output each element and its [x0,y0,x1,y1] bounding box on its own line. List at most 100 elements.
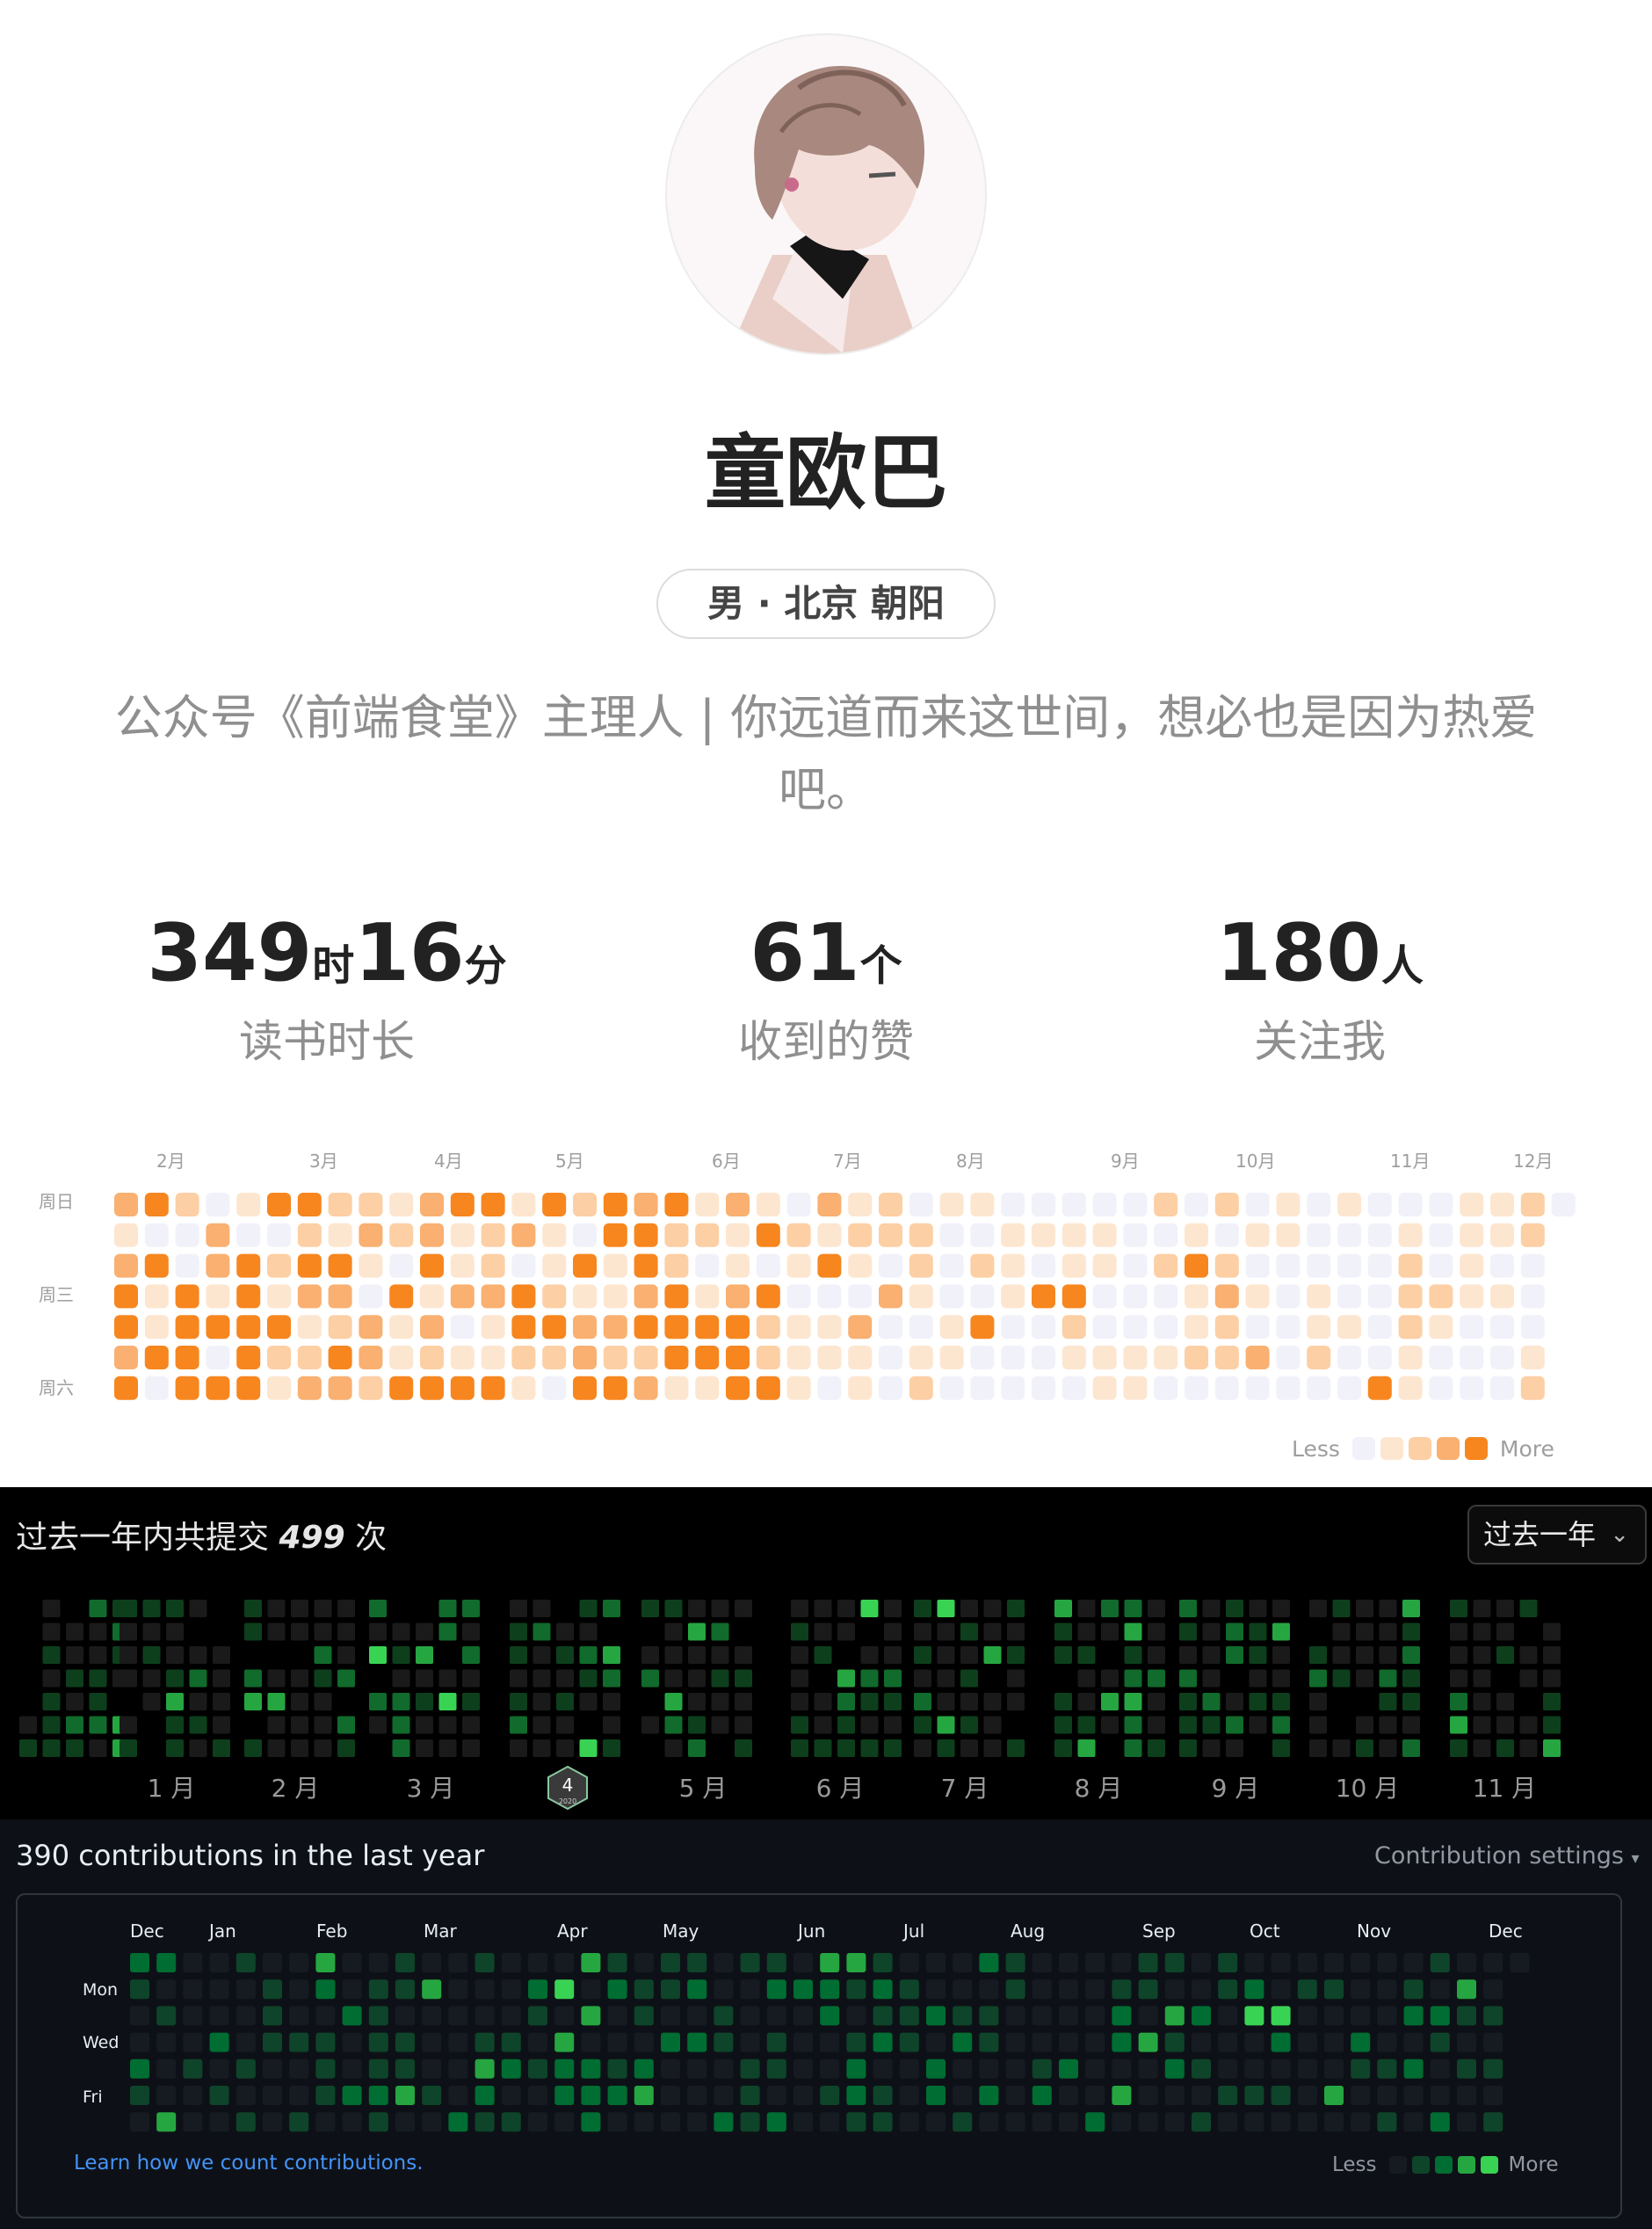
contribution-cell [1483,2058,1503,2079]
heatmap-cell [450,1315,475,1340]
heatmap-cell [542,1253,567,1278]
commit-cell [533,1716,551,1734]
profile-name: 童欧巴 [704,425,947,520]
legend-less: Less [1292,1435,1340,1462]
commit-cell [1226,1739,1243,1757]
contribution-cell [899,2032,919,2052]
chevron-down-icon: ⌄ [1610,1521,1629,1548]
contribution-cell [1005,1979,1025,2000]
contribution-cell [634,1979,654,2000]
contribution-cell [1377,2032,1397,2052]
range-select[interactable]: 过去一年 ⌄ [1467,1505,1647,1565]
heatmap-cell [206,1346,230,1369]
contribution-cell [607,1953,627,1972]
month-label: 12月 [1513,1151,1553,1172]
commit-cell [711,1600,729,1617]
contribution-cell [183,2058,203,2079]
contribution-cell [634,2086,654,2105]
heatmap-cell [1520,1284,1545,1309]
contribution-cell [846,2112,866,2132]
contribution-cell [475,2006,495,2026]
commit-cell [884,1646,902,1664]
contribution-cell [263,2086,282,2105]
commit-cell [937,1623,955,1641]
contribution-cell [342,2112,362,2132]
contribution-cell [315,1953,336,1972]
commit-panel-title: 过去一年内共提交 499 次 [16,1520,388,1556]
legend-more: More [1508,2153,1559,2176]
commit-cell [1007,1669,1025,1688]
commit-cell [189,1716,207,1734]
month-label: Feb [316,1920,347,1942]
commit-cell [462,1623,480,1641]
heatmap-cell [236,1223,261,1247]
commit-cell [1226,1716,1243,1734]
contribution-cell [1403,2058,1424,2079]
commit-cell [814,1600,832,1617]
legend-swatch-4 [1464,1437,1488,1460]
heatmap-cell [634,1193,658,1216]
contribution-settings-button[interactable]: Contribution settings ▾ [1374,1842,1640,1870]
month-label: Jan [207,1920,236,1942]
heatmap-cell [726,1193,750,1216]
contribution-cell [1483,2006,1503,2026]
contribution-cell [1403,2086,1424,2105]
heatmap-cell [909,1284,933,1309]
contribution-cell [1244,2058,1264,2079]
heatmap-cell [236,1346,261,1369]
contribution-cell [820,2006,840,2026]
contribution-cell [1059,2006,1078,2026]
heatmap-cell [909,1223,933,1247]
month-label: 6 月 [816,1774,865,1803]
heatmap-cell [603,1223,627,1247]
heatmap-cell [1032,1284,1055,1309]
heatmap-cell [1245,1193,1270,1216]
contribution-cell [661,1979,680,2000]
heatmap-cell [1214,1346,1239,1369]
contribution-cell [1164,2006,1185,2026]
contribution-cell [554,2032,575,2052]
commit-cell [603,1669,620,1688]
contribution-cell [448,2058,468,2079]
commit-cell [960,1693,978,1710]
contribution-cell [448,2112,468,2132]
commit-cell [291,1739,308,1757]
contribution-cell [581,2086,601,2105]
contribution-cell [395,2006,415,2026]
contribution-cell [1192,2112,1211,2132]
heatmap-cell [664,1223,689,1247]
commit-cell [1473,1693,1491,1710]
heatmap-cell [1185,1253,1208,1278]
commit-cell [860,1600,879,1617]
heatmap-cell [939,1284,964,1309]
commit-cell [1054,1716,1072,1734]
contribution-cell [740,2032,760,2052]
heatmap-cell [1154,1253,1178,1278]
avatar[interactable] [665,33,987,355]
commit-cell [1148,1739,1165,1757]
heatmap-cell [1245,1346,1270,1369]
heatmap-cell [328,1346,352,1369]
contribution-cell [581,2006,601,2026]
learn-contributions-link[interactable]: Learn how we count contributions. [74,2152,424,2175]
contribution-cell [1085,2058,1105,2079]
contribution-cell [1457,2058,1476,2079]
contribution-cell [1457,2006,1476,2026]
stat-label: 收到的赞 [738,1016,914,1067]
heatmap-cell [1001,1223,1025,1247]
heatmap-cell [481,1376,505,1400]
month-label: 3 月 [407,1774,455,1803]
commit-cell [1519,1669,1538,1688]
commit-cell [1450,1646,1467,1664]
weekday-label: 周三 [39,1284,74,1305]
contribution-cell [130,2086,149,2105]
contribution-cell [873,1979,893,2000]
commit-cell [42,1623,61,1641]
contribution-cell [714,2112,734,2132]
contribution-cell [528,2086,547,2105]
contribution-cell [395,1953,415,1972]
commit-cell [1402,1623,1420,1641]
commit-cell [1226,1600,1243,1617]
contribution-cell [1457,2032,1476,2052]
commit-cell [1402,1716,1420,1734]
